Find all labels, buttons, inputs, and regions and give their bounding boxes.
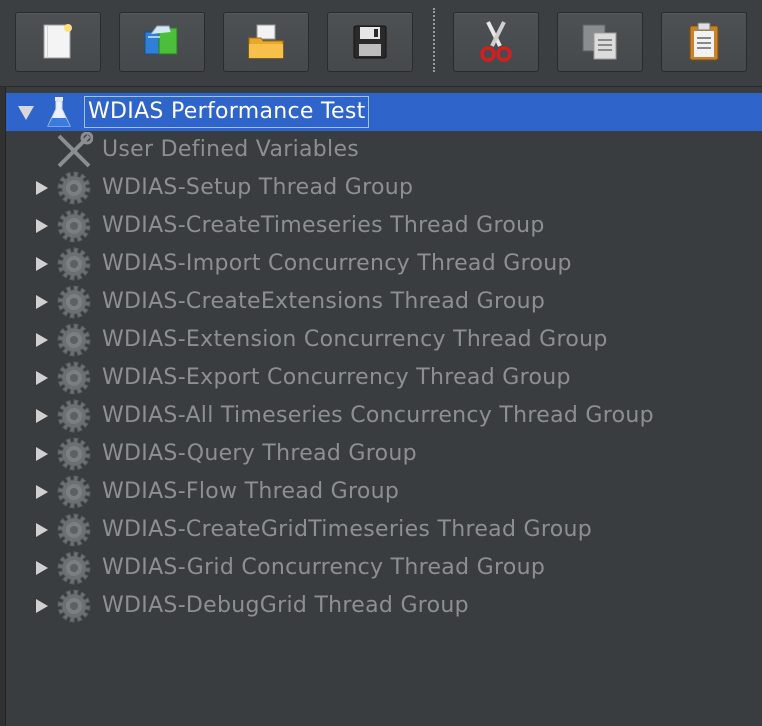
tree-node-label: WDIAS-Extension Concurrency Thread Group: [102, 327, 608, 352]
open-folder-icon: [248, 24, 284, 59]
tree-node-row[interactable]: WDIAS-CreateExtensions Thread Group: [6, 283, 762, 321]
cut-button[interactable]: [453, 12, 539, 72]
copy-button[interactable]: [557, 12, 643, 72]
tree-node-row[interactable]: User Defined Variables: [6, 131, 762, 169]
thread-group-gear-icon: [57, 285, 91, 319]
tree-node-row[interactable]: WDIAS-Flow Thread Group: [6, 473, 762, 511]
expand-arrow-icon[interactable]: [36, 447, 48, 461]
tree-node-row[interactable]: WDIAS-Setup Thread Group: [6, 169, 762, 207]
tree-node-row[interactable]: WDIAS-CreateTimeseries Thread Group: [6, 207, 762, 245]
expand-arrow-icon[interactable]: [36, 333, 48, 347]
tree-node-label: WDIAS-CreateTimeseries Thread Group: [102, 213, 545, 238]
templates-button[interactable]: [119, 12, 205, 72]
clipboard-icon: [689, 22, 719, 61]
expand-arrow-icon[interactable]: [36, 181, 48, 195]
thread-group-gear-icon: [57, 171, 91, 205]
tree-node-label: WDIAS-Query Thread Group: [102, 441, 417, 466]
templates-icon: [144, 25, 178, 55]
tree-node-row[interactable]: WDIAS-Import Concurrency Thread Group: [6, 245, 762, 283]
tree-root-row[interactable]: WDIAS Performance Test: [6, 93, 762, 131]
tree-node-label: WDIAS-Import Concurrency Thread Group: [102, 251, 572, 276]
thread-group-gear-icon: [57, 437, 91, 471]
tree-node-label: WDIAS-DebugGrid Thread Group: [102, 593, 469, 618]
thread-group-gear-icon: [57, 589, 91, 623]
thread-group-gear-icon: [57, 475, 91, 509]
test-plan-tree[interactable]: WDIAS Performance Test User Defined Vari…: [0, 86, 762, 726]
open-button[interactable]: [223, 12, 309, 72]
tree-node-row[interactable]: WDIAS-Grid Concurrency Thread Group: [6, 549, 762, 587]
save-button[interactable]: [327, 12, 413, 72]
main-toolbar: [0, 0, 762, 84]
tree-node-row[interactable]: WDIAS-Query Thread Group: [6, 435, 762, 473]
tree-node-label: WDIAS-Grid Concurrency Thread Group: [102, 555, 546, 580]
new-document-icon: [43, 24, 72, 59]
thread-group-gear-icon: [57, 513, 91, 547]
toolbar-separator: [433, 8, 435, 72]
tree-node-label: WDIAS-Export Concurrency Thread Group: [102, 365, 571, 390]
test-plan-flask-icon: [47, 97, 71, 127]
scissors-icon: [480, 21, 512, 62]
tree-root-label: WDIAS Performance Test: [84, 96, 369, 128]
tree-node-row[interactable]: WDIAS-All Timeseries Concurrency Thread …: [6, 397, 762, 435]
copy-icon: [582, 24, 617, 60]
tree-node-label: WDIAS-Setup Thread Group: [102, 175, 414, 200]
tree-node-row[interactable]: WDIAS-Export Concurrency Thread Group: [6, 359, 762, 397]
thread-group-gear-icon: [57, 361, 91, 395]
expand-arrow-icon[interactable]: [36, 523, 48, 537]
collapse-arrow-icon[interactable]: [18, 106, 34, 120]
config-wrench-icon: [57, 132, 93, 168]
thread-group-gear-icon: [57, 209, 91, 243]
paste-button[interactable]: [661, 12, 747, 72]
tree-node-row[interactable]: WDIAS-Extension Concurrency Thread Group: [6, 321, 762, 359]
save-disk-icon: [353, 25, 387, 59]
expand-arrow-icon[interactable]: [36, 599, 48, 613]
expand-arrow-icon[interactable]: [36, 219, 48, 233]
expand-arrow-icon[interactable]: [36, 371, 48, 385]
tree-node-label: User Defined Variables: [102, 137, 360, 162]
thread-group-gear-icon: [57, 247, 91, 281]
tree-node-label: WDIAS-CreateExtensions Thread Group: [102, 289, 546, 314]
expand-arrow-icon[interactable]: [36, 409, 48, 423]
expand-arrow-icon[interactable]: [36, 485, 48, 499]
thread-group-gear-icon: [57, 551, 91, 585]
tree-node-label: WDIAS-Flow Thread Group: [102, 479, 400, 504]
thread-group-gear-icon: [57, 323, 91, 357]
expand-arrow-icon[interactable]: [36, 257, 48, 271]
tree-node-row[interactable]: WDIAS-CreateGridTimeseries Thread Group: [6, 511, 762, 549]
expand-arrow-icon[interactable]: [36, 561, 48, 575]
new-button[interactable]: [15, 12, 101, 72]
thread-group-gear-icon: [57, 399, 91, 433]
tree-node-label: WDIAS-CreateGridTimeseries Thread Group: [102, 517, 592, 542]
expand-arrow-icon[interactable]: [36, 295, 48, 309]
tree-node-label: WDIAS-All Timeseries Concurrency Thread …: [102, 403, 654, 428]
tree-node-row[interactable]: WDIAS-DebugGrid Thread Group: [6, 587, 762, 625]
